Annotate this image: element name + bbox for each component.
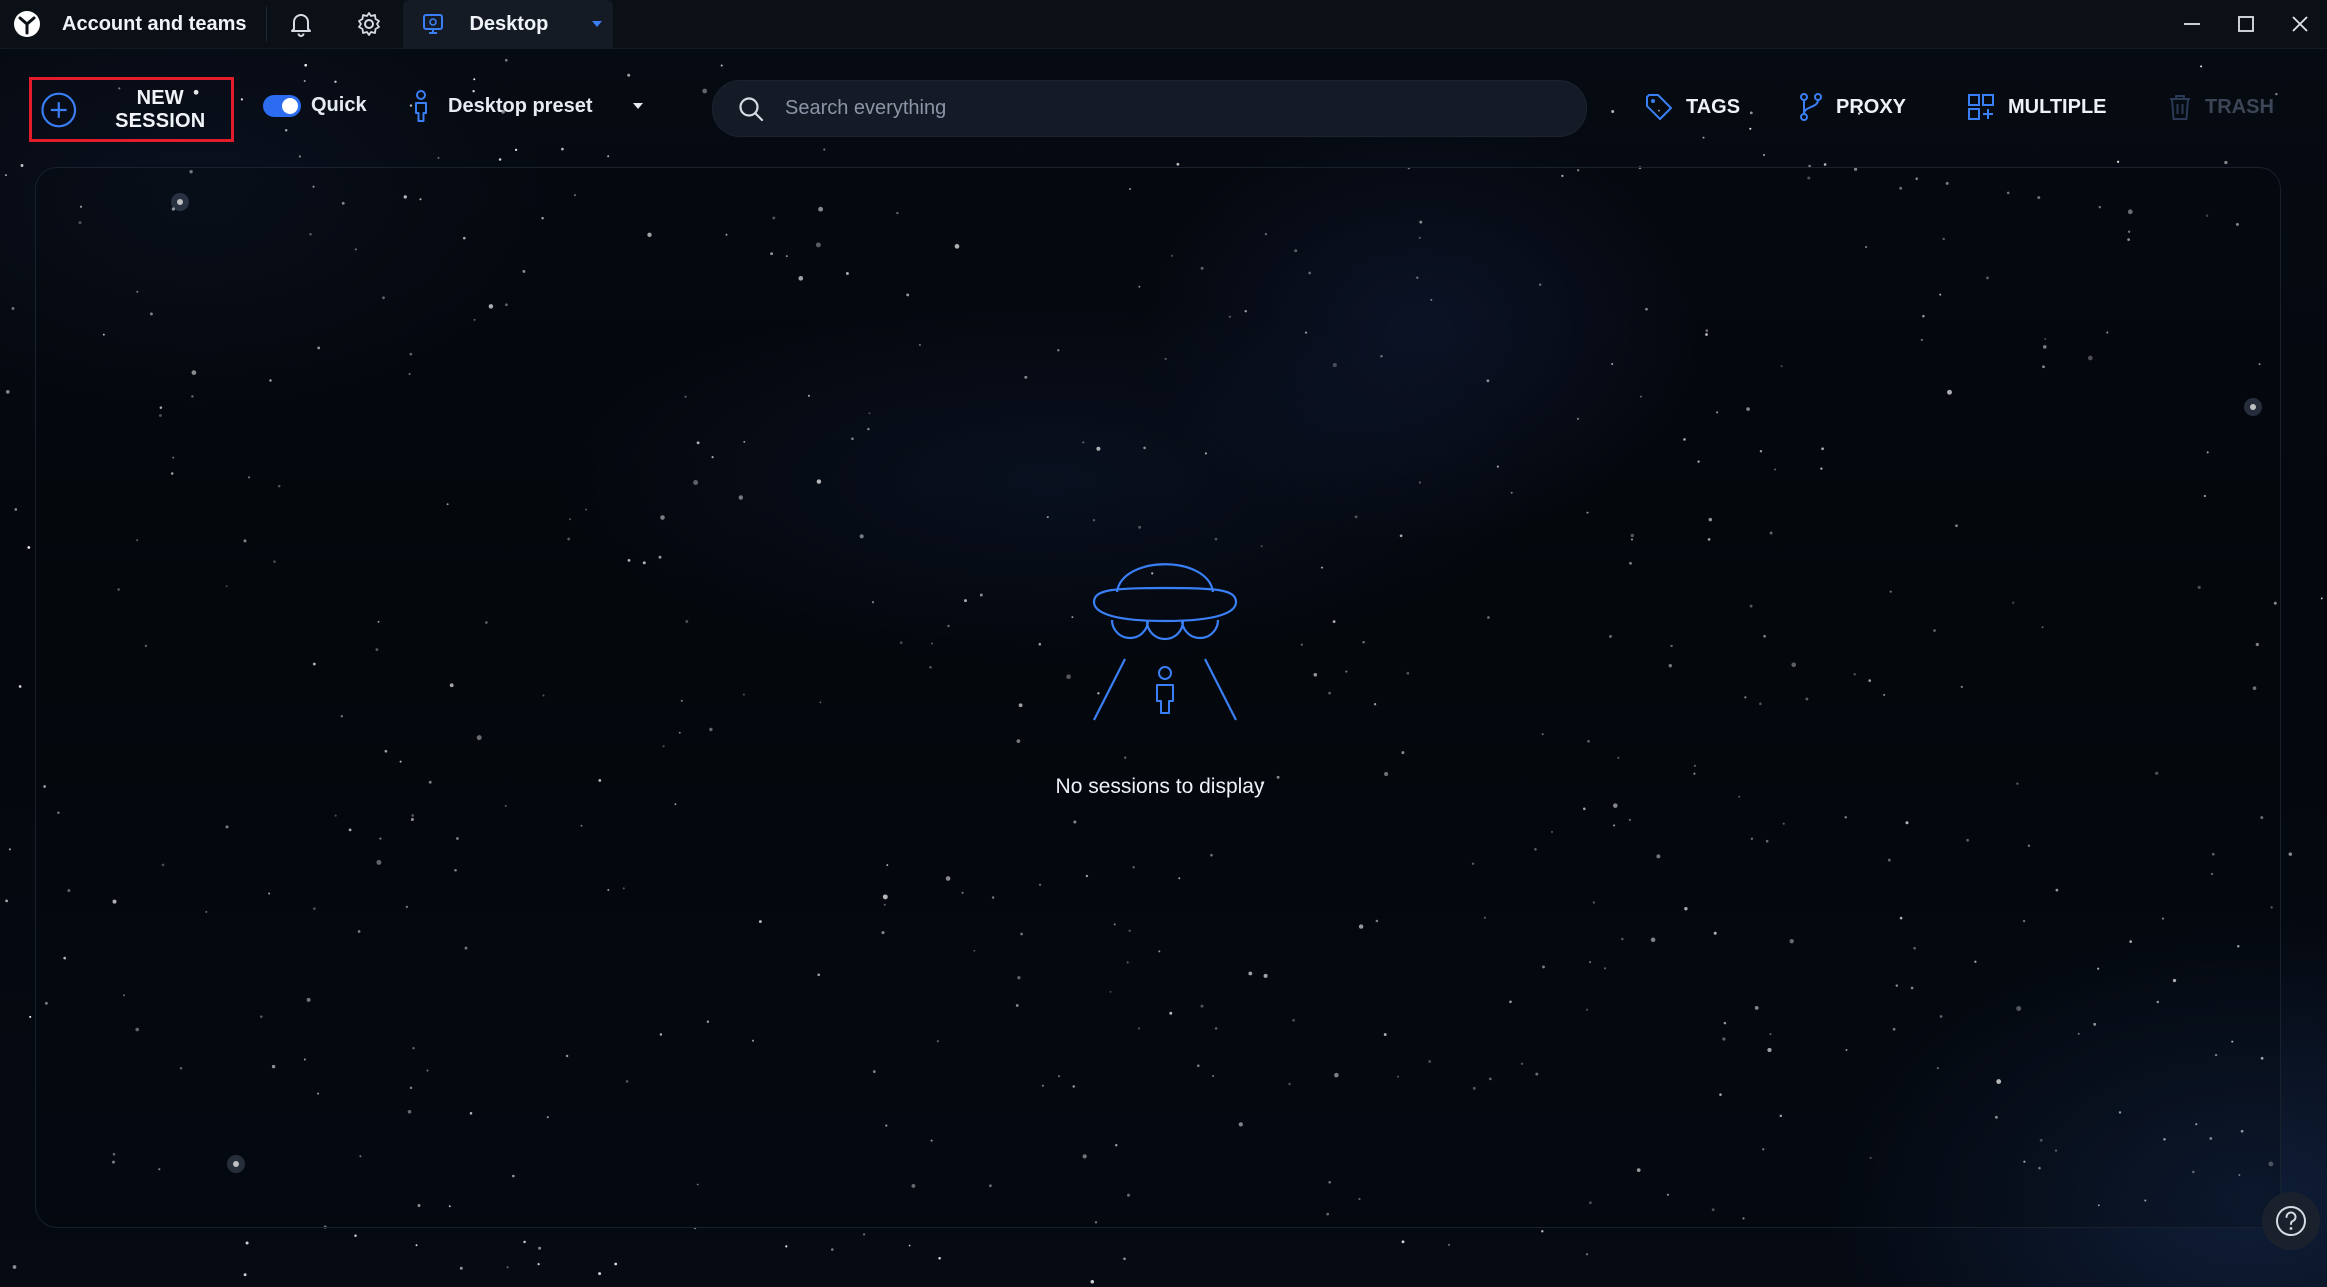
- new-session-label: NEW SESSION: [115, 86, 206, 132]
- star: [27, 546, 31, 549]
- star: [11, 307, 15, 310]
- star: [18, 685, 22, 688]
- star: [5, 390, 10, 394]
- gear-icon: [358, 12, 381, 36]
- ufo-icon: [1092, 563, 1238, 721]
- maximize-icon: [2238, 16, 2254, 32]
- maximize-button[interactable]: [2219, 0, 2273, 49]
- star: [538, 1246, 542, 1250]
- proxy-button[interactable]: PROXY: [1798, 92, 1906, 122]
- tags-button[interactable]: TAGS: [1644, 92, 1740, 122]
- title-bar: Account and teams Desktop: [0, 0, 2327, 49]
- window-controls: [2165, 0, 2327, 49]
- search-icon: [739, 96, 764, 121]
- search-bar: [712, 80, 1587, 137]
- star: [243, 1273, 247, 1277]
- search-input[interactable]: [785, 97, 1565, 120]
- app-logo[interactable]: [12, 9, 42, 39]
- quick-toggle-group: Quick: [263, 94, 367, 117]
- star: [354, 1234, 357, 1237]
- multiple-label: MULTIPLE: [2008, 95, 2107, 118]
- chevron-down-icon[interactable]: [631, 101, 645, 111]
- tab-desktop[interactable]: Desktop: [403, 0, 614, 49]
- close-button[interactable]: [2273, 0, 2327, 49]
- desktop-tab-icon: [423, 14, 444, 34]
- close-icon: [2292, 16, 2308, 32]
- star: [415, 1244, 418, 1247]
- account-and-teams-label[interactable]: Account and teams: [62, 13, 246, 36]
- tab-desktop-label: Desktop: [469, 12, 549, 35]
- question-mark-icon: [2276, 1206, 2306, 1236]
- proxy-branch-icon: [1800, 93, 1822, 121]
- star: [1585, 1253, 1589, 1256]
- minimize-icon: [2184, 23, 2200, 25]
- help-button[interactable]: [2262, 1192, 2320, 1250]
- quick-toggle[interactable]: [263, 94, 301, 117]
- star: [5, 899, 8, 903]
- star: [862, 1233, 866, 1236]
- star: [598, 1272, 602, 1276]
- star: [506, 1266, 509, 1269]
- star: [1447, 1243, 1451, 1246]
- trash-icon: [2170, 95, 2190, 120]
- person-icon: [415, 90, 427, 122]
- plus-circle-icon: [41, 92, 77, 127]
- settings-button[interactable]: [335, 0, 403, 49]
- star: [2320, 597, 2323, 600]
- star: [908, 1244, 911, 1247]
- multiple-button[interactable]: MULTIPLE: [1966, 92, 2107, 122]
- new-session-button[interactable]: NEW SESSION: [29, 77, 234, 142]
- bell-icon: [291, 14, 312, 37]
- trash-button[interactable]: TRASH: [2167, 92, 2274, 122]
- star: [245, 1241, 249, 1245]
- toolbar: NEW SESSION Quick Desktop preset TAGS: [0, 49, 2327, 167]
- tags-label: TAGS: [1686, 95, 1741, 118]
- star: [1090, 1280, 1095, 1284]
- star: [8, 848, 11, 851]
- star: [830, 1248, 834, 1251]
- notifications-button[interactable]: [267, 0, 335, 49]
- minimize-button[interactable]: [2165, 0, 2219, 49]
- chevron-down-icon[interactable]: [590, 19, 604, 29]
- proxy-label: PROXY: [1836, 95, 1907, 118]
- star: [614, 1262, 618, 1266]
- star: [459, 1266, 463, 1270]
- star: [5, 174, 7, 177]
- empty-state-message: No sessions to display: [1055, 775, 1265, 798]
- star: [1541, 1230, 1544, 1233]
- star: [1123, 1257, 1126, 1261]
- preset-selector[interactable]: Desktop preset: [410, 89, 645, 123]
- preset-label: Desktop preset: [448, 94, 593, 117]
- star: [2288, 852, 2293, 856]
- star: [12, 1265, 17, 1269]
- star: [1401, 1240, 1405, 1244]
- star: [14, 508, 18, 511]
- grid-plus-icon: [1968, 94, 1994, 120]
- star: [537, 1263, 540, 1266]
- star: [785, 1245, 788, 1248]
- star: [938, 1256, 941, 1260]
- toggle-knob: [282, 97, 298, 114]
- tag-icon: [1646, 94, 1672, 120]
- star: [29, 1015, 32, 1018]
- quick-label: Quick: [311, 94, 367, 116]
- trash-label: TRASH: [2205, 95, 2274, 118]
- star: [523, 1240, 526, 1244]
